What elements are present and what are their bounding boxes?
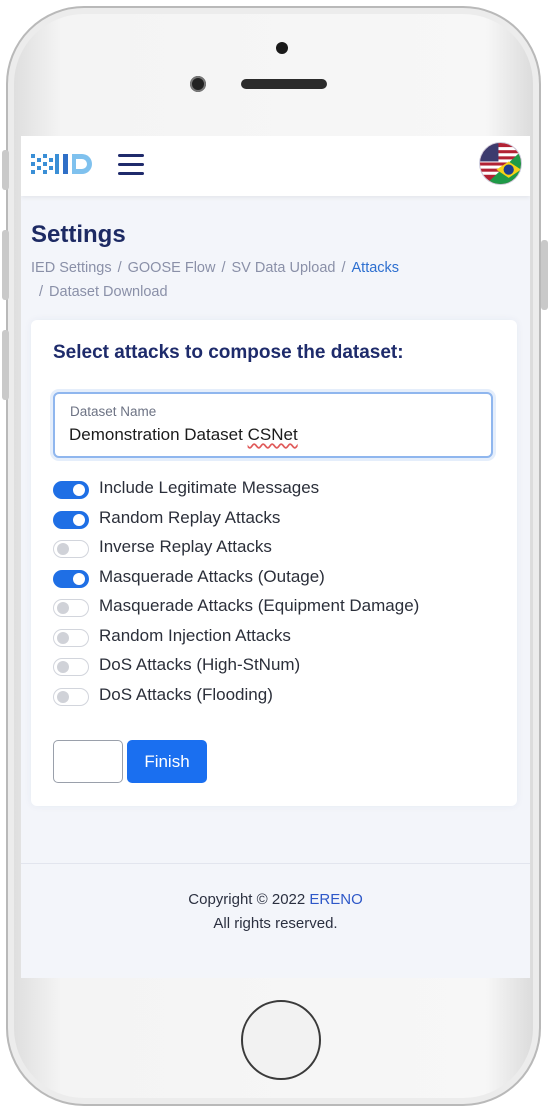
dataset-name-misspelled-word: CSNet: [247, 425, 298, 444]
toggle-knob: [73, 513, 85, 526]
finish-button[interactable]: Finish: [127, 740, 207, 783]
earpiece-speaker: [241, 79, 327, 89]
toggle-switch[interactable]: [53, 540, 89, 558]
ereno-link[interactable]: ERENO: [309, 891, 362, 908]
page-title: Settings: [31, 221, 126, 248]
dataset-name-field[interactable]: Dataset Name Demonstration Dataset CSNet: [53, 392, 493, 458]
toggle-label[interactable]: DoS Attacks (High-StNum): [99, 655, 300, 675]
attacks-card: Select attacks to compose the dataset: D…: [31, 320, 517, 806]
breadcrumb-separator: /: [221, 260, 226, 276]
toggle-label[interactable]: Random Injection Attacks: [99, 626, 291, 646]
breadcrumb-separator: /: [117, 260, 122, 276]
hamburger-icon: [118, 163, 144, 166]
toggle-switch[interactable]: [53, 687, 89, 706]
breadcrumb-sv-data-upload[interactable]: SV Data Upload: [231, 260, 335, 276]
toggle-label[interactable]: Inverse Replay Attacks: [99, 537, 272, 557]
toggle-knob: [57, 543, 69, 555]
footer-divider: [21, 863, 530, 864]
toggle-knob: [73, 572, 85, 585]
blank-button[interactable]: [53, 740, 123, 783]
toggle-knob: [73, 484, 85, 496]
volume-down-button: [2, 330, 9, 400]
dataset-name-input[interactable]: Demonstration Dataset CSNet: [69, 425, 298, 445]
breadcrumb-ied-settings[interactable]: IED Settings: [31, 260, 112, 276]
hamburger-icon: [118, 172, 144, 175]
dataset-name-label: Dataset Name: [70, 404, 157, 419]
ied-logo-icon: [31, 154, 92, 174]
home-button[interactable]: [241, 1000, 321, 1080]
toggle-switch[interactable]: [53, 481, 89, 499]
toggle-knob: [57, 690, 69, 703]
breadcrumb-attacks: Attacks: [351, 260, 400, 276]
breadcrumb: IED Settings / GOOSE Flow / SV Data Upload / A…: [31, 256, 511, 304]
us-br-flag-icon[interactable]: [480, 143, 521, 184]
copyright-text: Copyright © 2022: [188, 891, 310, 908]
toggle-label[interactable]: Masquerade Attacks (Outage): [99, 567, 325, 587]
toggle-knob: [57, 631, 69, 644]
phone-screen: Settings IED Settings / GOOSE Flow / SV Data…: [21, 136, 530, 978]
camera-lens: [190, 76, 206, 92]
breadcrumb-separator: /: [341, 260, 346, 276]
toggle-knob: [57, 602, 69, 614]
breadcrumb-dataset-download[interactable]: Dataset Download: [49, 284, 168, 300]
card-title: Select attacks to compose the dataset:: [53, 342, 404, 363]
toggle-knob: [57, 661, 69, 673]
toggle-switch[interactable]: [53, 599, 89, 617]
toggle-switch[interactable]: [53, 658, 89, 676]
top-navbar: [21, 136, 530, 196]
toggle-label[interactable]: Random Replay Attacks: [99, 508, 280, 528]
toggle-label[interactable]: Masquerade Attacks (Equipment Damage): [99, 596, 419, 616]
side-button: [2, 150, 9, 190]
power-button: [541, 240, 548, 310]
footer: Copyright © 2022 ERENO All rights reserv…: [21, 888, 530, 936]
toggle-label[interactable]: DoS Attacks (Flooding): [99, 685, 273, 705]
toggle-switch[interactable]: [53, 569, 89, 588]
menu-toggle-button[interactable]: [118, 152, 146, 176]
volume-up-button: [2, 230, 9, 300]
front-camera: [276, 42, 288, 54]
toggle-switch[interactable]: [53, 628, 89, 647]
dataset-name-value: Demonstration Dataset: [69, 425, 248, 444]
breadcrumb-goose-flow[interactable]: GOOSE Flow: [128, 260, 216, 276]
hamburger-icon: [118, 154, 144, 157]
breadcrumb-separator: /: [39, 284, 44, 300]
rights-text: All rights reserved.: [213, 915, 338, 932]
toggle-switch[interactable]: [53, 510, 89, 529]
toggle-label[interactable]: Include Legitimate Messages: [99, 478, 319, 498]
